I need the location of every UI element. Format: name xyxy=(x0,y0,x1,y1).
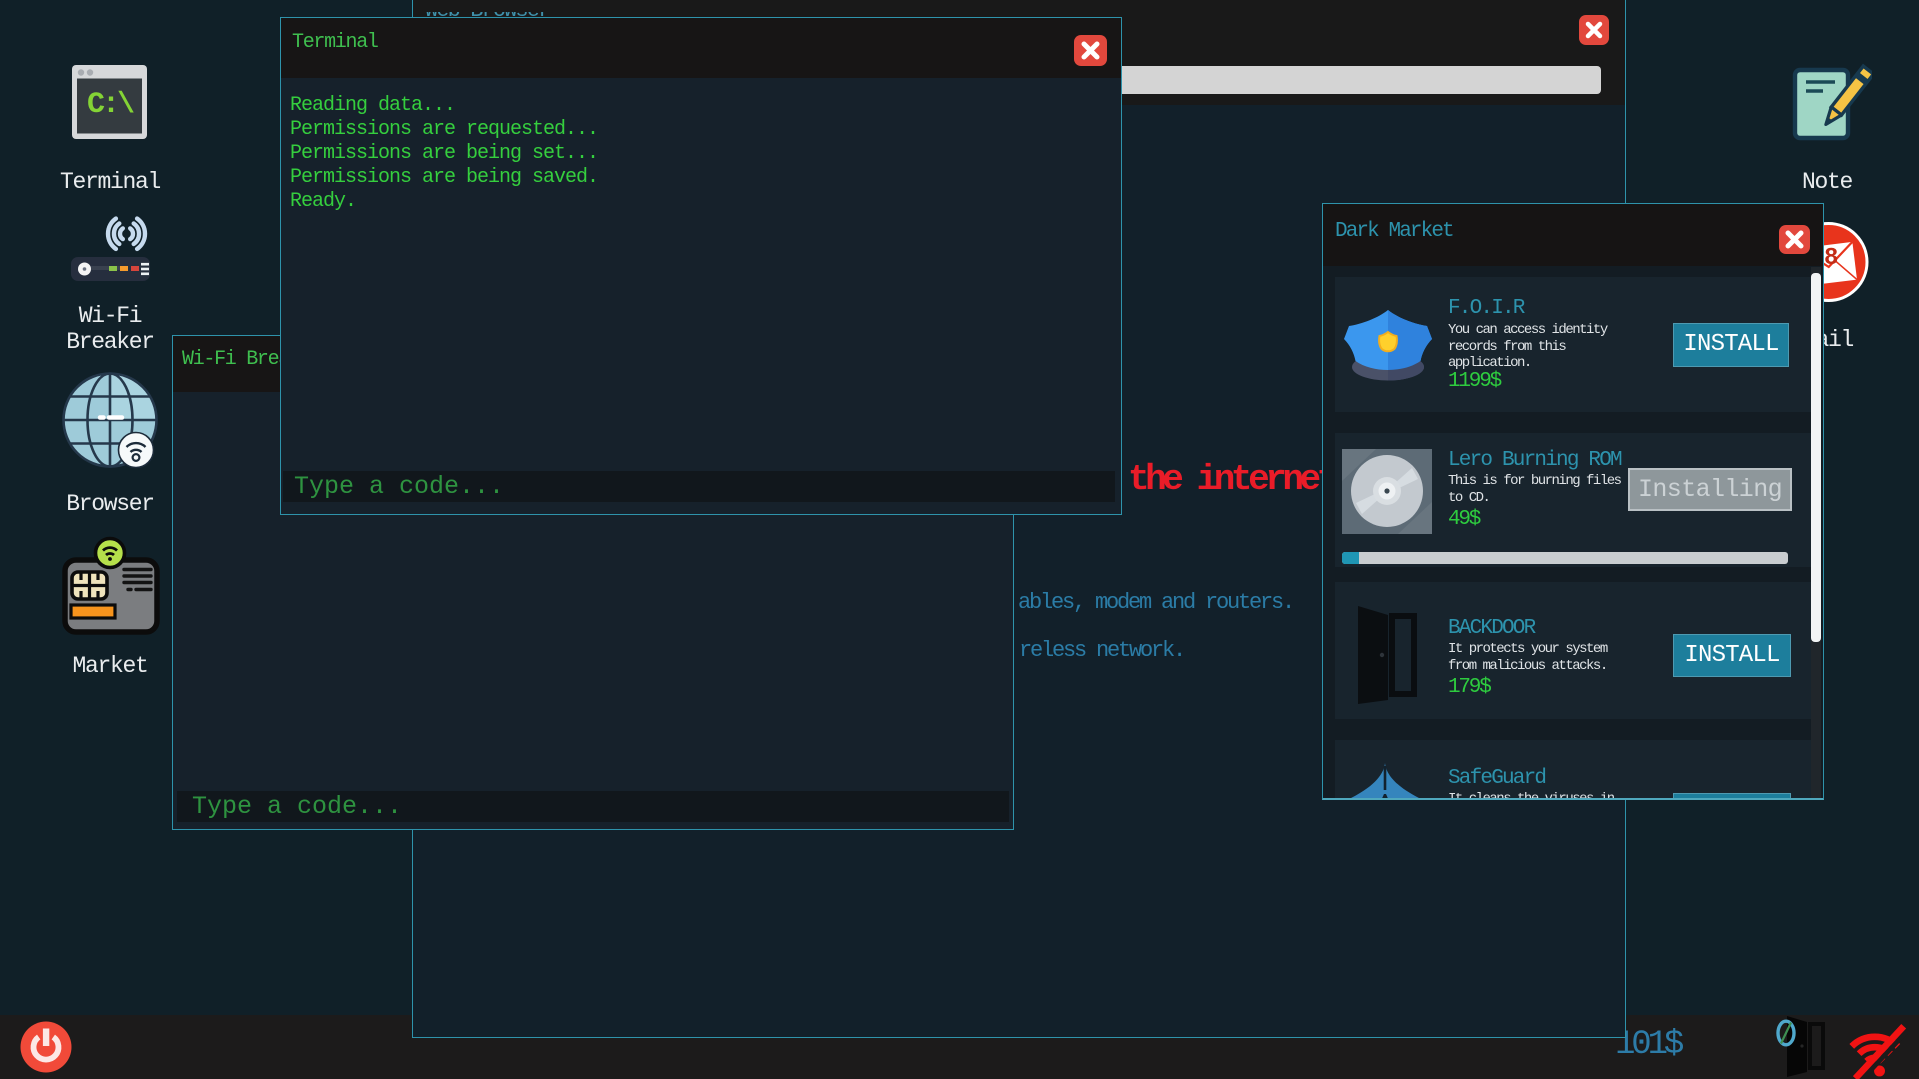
svg-text:C:\: C:\ xyxy=(87,88,134,122)
svg-text:8: 8 xyxy=(1824,245,1838,272)
